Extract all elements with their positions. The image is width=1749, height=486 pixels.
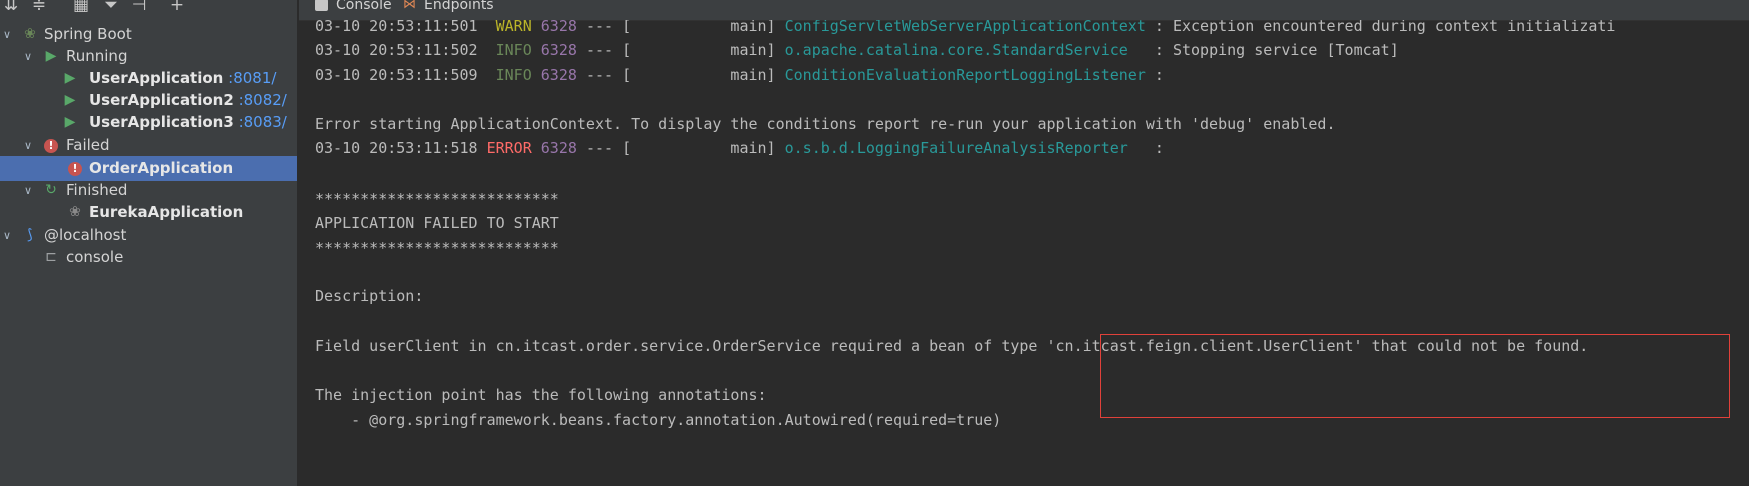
log-level: INFO bbox=[495, 66, 532, 84]
log-message: : bbox=[1154, 139, 1164, 157]
tree-item-eureka-application[interactable]: ❀ EurekaApplication bbox=[0, 200, 297, 225]
log-logger[interactable]: ConditionEvaluationReportLoggingListener bbox=[785, 66, 1146, 84]
app-name: UserApplication3 bbox=[89, 113, 234, 131]
log-level: WARN bbox=[495, 20, 532, 35]
log-level: INFO bbox=[495, 41, 532, 59]
tool-window-tabs: Console ⋈ Endpoints bbox=[299, 0, 1749, 21]
play-icon: ▶ bbox=[64, 114, 76, 130]
log-separator: --- bbox=[585, 20, 614, 35]
app-port-link[interactable]: :8081/ bbox=[228, 69, 276, 87]
log-logger[interactable]: ConfigServletWebServerApplicationContext bbox=[785, 20, 1146, 35]
log-thread: [ main] bbox=[622, 66, 776, 84]
add-icon[interactable]: + bbox=[166, 0, 188, 16]
spring-boot-icon: ❀ bbox=[69, 204, 81, 220]
stars-line: *************************** bbox=[315, 239, 559, 257]
app-port-link[interactable]: :8083/ bbox=[239, 113, 287, 131]
log-thread: [ main] bbox=[622, 41, 776, 59]
collapse-all-icon[interactable]: ⇊ bbox=[0, 0, 22, 16]
tree-item-label: console bbox=[66, 248, 124, 266]
app-name: UserApplication2 bbox=[89, 91, 234, 109]
log-message: : bbox=[1154, 66, 1164, 84]
log-level: ERROR bbox=[486, 139, 532, 157]
log-line: 03-10 20:53:11:501 WARN 6328 --- [ main]… bbox=[315, 20, 1615, 36]
log-message: : Stopping service [Tomcat] bbox=[1154, 41, 1399, 59]
tab-label: Endpoints bbox=[424, 0, 494, 13]
log-thread: [ main] bbox=[622, 20, 776, 35]
injection-point-text: The injection point has the following an… bbox=[315, 386, 767, 404]
log-pid: 6328 bbox=[540, 139, 577, 157]
stars-line: *************************** bbox=[315, 190, 559, 208]
sidebar-toolbar: ⇊ ≑ ▦ ⏷ ⊣ + bbox=[0, 0, 297, 22]
log-separator: --- bbox=[585, 139, 614, 157]
log-timestamp: 03-10 20:53:11:509 bbox=[315, 66, 478, 84]
app-name: OrderApplication bbox=[89, 159, 234, 177]
log-thread: [ main] bbox=[622, 139, 776, 157]
tab-label: Console bbox=[336, 0, 392, 13]
layout-icon[interactable]: ⊣ bbox=[128, 0, 150, 16]
tree-item-failed[interactable]: ∨ ! Failed bbox=[0, 133, 297, 158]
annotation-text: - @org.springframework.beans.factory.ann… bbox=[315, 411, 1002, 429]
log-timestamp: 03-10 20:53:11:501 bbox=[315, 20, 478, 35]
tree-item-console[interactable]: ⊏ console bbox=[0, 245, 297, 270]
log-message: : Exception encountered during context i… bbox=[1154, 20, 1616, 35]
log-line: 03-10 20:53:11:502 INFO 6328 --- [ main]… bbox=[315, 40, 1399, 60]
app-name: EurekaApplication bbox=[89, 203, 244, 221]
log-logger[interactable]: o.s.b.d.LoggingFailureAnalysisReporter bbox=[785, 139, 1128, 157]
log-pid: 6328 bbox=[540, 66, 577, 84]
group-icon[interactable]: ▦ bbox=[70, 0, 92, 16]
chevron-down-icon[interactable]: ∨ bbox=[21, 133, 35, 158]
log-timestamp: 03-10 20:53:11:518 bbox=[315, 139, 478, 157]
log-timestamp: 03-10 20:53:11:502 bbox=[315, 41, 478, 59]
services-sidebar: ⇊ ≑ ▦ ⏷ ⊣ + ∨ ❀ Spring Boot ∨ ▶ Running … bbox=[0, 0, 298, 486]
tree-item-label: Failed bbox=[66, 136, 110, 154]
error-icon: ! bbox=[42, 133, 60, 158]
log-separator: --- bbox=[585, 41, 614, 59]
tab-console[interactable]: Console bbox=[315, 0, 392, 15]
console-icon: ⊏ bbox=[45, 249, 57, 265]
console-tab-icon bbox=[315, 0, 328, 11]
log-pid: 6328 bbox=[540, 41, 577, 59]
app-name: UserApplication bbox=[89, 69, 224, 87]
log-logger[interactable]: o.apache.catalina.core.StandardService bbox=[785, 41, 1128, 59]
expand-all-icon[interactable]: ≑ bbox=[28, 0, 50, 16]
tab-endpoints[interactable]: ⋈ Endpoints bbox=[403, 0, 494, 15]
tree-item-user-application3[interactable]: ▶ UserApplication3 :8083/ bbox=[0, 110, 297, 135]
description-label: Description: bbox=[315, 287, 424, 305]
log-pid: 6328 bbox=[540, 20, 577, 35]
endpoints-icon: ⋈ bbox=[403, 0, 416, 12]
highlight-annotation-box bbox=[1100, 334, 1730, 418]
log-separator: --- bbox=[585, 66, 614, 84]
failed-title: APPLICATION FAILED TO START bbox=[315, 214, 559, 232]
log-line: 03-10 20:53:11:509 INFO 6328 --- [ main]… bbox=[315, 65, 1164, 85]
error-starting-text: Error starting ApplicationContext. To di… bbox=[315, 115, 1336, 133]
filter-icon[interactable]: ⏷ bbox=[100, 0, 122, 16]
log-line: 03-10 20:53:11:518 ERROR 6328 --- [ main… bbox=[315, 138, 1164, 158]
app-port-link[interactable]: :8082/ bbox=[239, 91, 287, 109]
